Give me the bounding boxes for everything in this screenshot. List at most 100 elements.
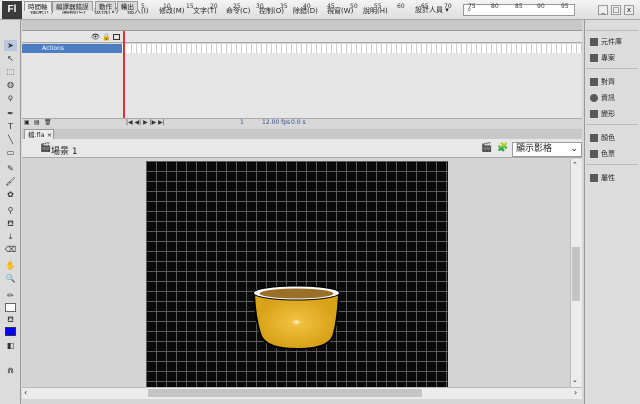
bone-tool-icon[interactable]: ⚲ [4,205,17,216]
vertical-scroll-thumb[interactable] [572,247,580,301]
new-folder-icon[interactable]: ▤ [34,119,40,126]
current-frame-readout: 1 [240,119,244,126]
panel-library[interactable]: 元件庫 [590,37,622,47]
outline-icon[interactable] [113,34,120,40]
hand-tool-icon[interactable]: ✋ [4,260,17,271]
panel-label: 專案 [601,54,615,62]
pencil-tool-icon[interactable]: ✎ [4,163,17,174]
scroll-right-icon[interactable]: › [574,388,577,397]
maximize-button[interactable]: □ [611,5,621,15]
3d-rotation-tool-icon[interactable]: ◍ [4,79,17,90]
rectangle-tool-icon[interactable]: ▭ [4,147,17,158]
horizontal-scroll-thumb[interactable] [148,389,422,397]
layer-name[interactable]: Actions [22,44,122,53]
scroll-left-icon[interactable]: ‹ [24,388,27,397]
zoom-value: 顯示影格 [516,144,553,154]
new-layer-icon[interactable]: ▣ [24,119,30,126]
frame-number: 10 [163,3,171,10]
panel-align[interactable]: 對齊 [590,77,615,87]
panel-divider [586,30,638,31]
edit-symbol-icon[interactable]: 🧩 [497,143,508,153]
frame-number: 1 [123,3,127,10]
panel-color[interactable]: 顏色 [590,133,615,143]
swatches-icon [590,150,598,158]
chevron-down-icon: ⌄ [570,144,578,154]
frame-number: 75 [468,3,476,10]
close-button[interactable]: x [624,5,634,15]
minimize-button[interactable]: _ [598,5,608,15]
fill-bucket-icon: ⛾ [7,315,14,324]
panel-label: 顏色 [601,134,615,142]
text-tool-icon[interactable]: T [4,121,17,132]
tab-actions[interactable]: 動作 [95,1,116,11]
panel-divider [586,164,638,165]
frame-number: 95 [561,3,569,10]
panel-divider [586,68,638,69]
selection-tool-icon[interactable]: ➤ [4,40,17,51]
frame-number: 30 [256,3,264,10]
eyedropper-tool-icon[interactable]: ⤓ [4,231,17,242]
fill-color-swatch[interactable] [5,327,16,336]
scroll-down-icon[interactable]: ⌄ [572,376,578,384]
fps-readout[interactable]: 12.00 fps [262,119,290,126]
edit-scene-icon[interactable]: 🎬 [481,143,492,153]
lasso-tool-icon[interactable]: ϙ [4,92,17,103]
panel-label: 對齊 [601,78,615,86]
line-tool-icon[interactable]: ╲ [4,134,17,145]
panel-label: 屬性 [601,174,615,182]
document-tabs [22,129,582,139]
panel-swatches[interactable]: 色票 [590,149,615,159]
frame-number: 15 [186,3,194,10]
panel-label: 色票 [601,150,615,158]
panel-properties[interactable]: 屬性 [590,173,615,183]
frame-number: 20 [210,3,218,10]
panel-transform[interactable]: 變形 [590,109,615,119]
frame-number: 5 [141,3,145,10]
eraser-tool-icon[interactable]: ⌫ [4,244,17,255]
black-white-icon[interactable]: ◧ [4,340,17,351]
playback-controls-icon[interactable]: |◀ ◀| ▶ |▶ ▶| [126,119,165,126]
frame-number: 45 [327,3,335,10]
panel-label: 元件庫 [601,38,622,46]
frame-number: 90 [537,3,545,10]
bowl-graphic[interactable] [251,283,343,353]
subselection-tool-icon[interactable]: ↖ [4,53,17,64]
snap-to-objects-icon[interactable]: ⋒ [4,365,17,376]
brush-tool-icon[interactable]: 🖌 [4,176,17,187]
app-logo: Fl [2,1,22,19]
stroke-color-swatch[interactable] [5,303,16,312]
zoom-select[interactable]: 顯示影格 ⌄ [512,142,582,157]
project-icon [590,54,598,62]
timeline-body [22,53,582,118]
tab-timeline[interactable]: 時間軸 [24,1,52,11]
time-readout: 0.0 s [291,119,306,126]
frame-number: 60 [397,3,405,10]
playhead[interactable] [123,31,125,126]
align-icon [590,78,598,86]
pen-tool-icon[interactable]: ✒ [4,108,17,119]
eye-icon[interactable]: 👁 [91,33,100,41]
paint-bucket-tool-icon[interactable]: ⛾ [4,218,17,229]
scroll-up-icon[interactable]: ⌃ [572,161,578,169]
transform-icon [590,110,598,118]
tab-output[interactable]: 輸出 [117,1,138,11]
timeline-tabs [22,20,582,31]
document-tab[interactable]: 檔.fla × [24,129,54,139]
deco-tool-icon[interactable]: ✿ [4,189,17,200]
stroke-color-icon[interactable]: ✏ [4,290,17,301]
frame-number: 55 [374,3,382,10]
lock-icon[interactable]: 🔒 [102,33,111,41]
scene-icon: 🎬 [40,143,52,153]
library-icon [590,38,598,46]
free-transform-tool-icon[interactable]: ⬚ [4,66,17,77]
frame-number: 50 [350,3,358,10]
tab-compiler-errors[interactable]: 編譯器錯誤 [52,1,93,11]
scene-label[interactable]: 場景 1 [51,144,78,157]
frame-cells[interactable] [127,44,582,53]
panel-label: 變形 [601,110,615,118]
stage[interactable] [146,161,448,387]
panel-info[interactable]: 資訊 [590,93,615,103]
delete-layer-icon[interactable]: 🗑 [44,119,52,126]
panel-project[interactable]: 專案 [590,53,615,63]
zoom-tool-icon[interactable]: 🔍 [4,273,17,284]
